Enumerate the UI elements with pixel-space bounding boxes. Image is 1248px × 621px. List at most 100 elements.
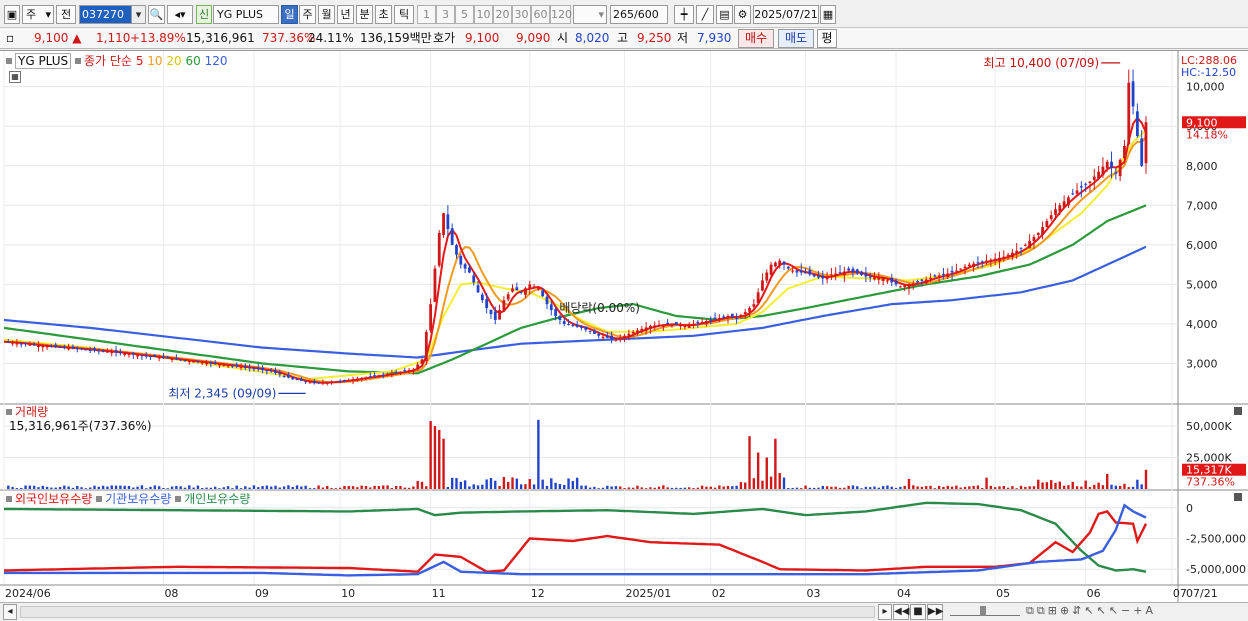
candle-body [972,263,976,267]
interval-3[interactable]: 3 [436,5,455,24]
candle-body [282,375,286,377]
period-year[interactable]: 년 [337,5,354,24]
holding-tick-label: -2,500,000 [1186,533,1246,546]
quote-label: 호가 [433,31,456,45]
first-page-icon[interactable]: ◀◀ [893,604,909,620]
stop-icon[interactable]: ■ [910,604,926,620]
gear-icon[interactable]: ⚙ [734,5,751,24]
volume-bar [1071,481,1074,489]
date-field[interactable]: 2025/07/21 [753,5,819,24]
volume-bar [239,488,243,489]
custom-interval-select[interactable]: ▾ [573,5,607,24]
code-chevron-down-icon[interactable]: ▾ [131,5,146,24]
scale-icon[interactable]: ⇵ [1072,604,1084,617]
volume-bar [1106,473,1109,489]
volume-bar [696,487,700,489]
volume-bar [688,487,691,489]
candle-body [636,330,639,334]
count-field[interactable]: 265/600 [610,5,668,24]
candle-body [592,330,596,334]
layout-grid-icon[interactable]: ⊞ [1048,604,1060,617]
candle-body [1097,171,1100,179]
volume-bar [1084,480,1087,489]
market-select[interactable]: 주 ▾ [22,5,54,24]
copy-icon[interactable]: ⧉ [1037,604,1048,617]
avg-button[interactable]: 평 [817,29,837,48]
candle-body [1131,81,1135,107]
zoom-slider-thumb[interactable] [980,606,986,616]
volume-bar [1093,484,1096,489]
candle-body [976,262,980,264]
candle-body [213,362,217,364]
interval-1[interactable]: 1 [417,5,436,24]
save-icon[interactable]: ▤ [716,5,733,24]
period-month[interactable]: 월 [318,5,335,24]
volume-bar [1144,469,1148,489]
candle-body [287,374,290,378]
zoom-out-icon[interactable]: − [1121,604,1133,617]
candle-body [32,344,36,346]
scroll-right-icon[interactable]: ▸ [878,604,892,620]
volume-bar [700,485,704,489]
stock-name[interactable]: YG PLUS [213,5,279,24]
volume-bar [313,488,316,489]
arrow-icon[interactable]: ↖ [1097,604,1109,617]
volume-bar [1037,479,1040,489]
candle-body [618,337,622,339]
volume-bar [942,487,945,489]
period-week[interactable]: 주 [299,5,316,24]
period-day[interactable]: 일 [281,5,298,24]
volume-bar [860,488,863,489]
volume-bar [1101,485,1105,489]
interval-5[interactable]: 5 [455,5,474,24]
last-page-icon[interactable]: ▶▶ [927,604,943,620]
candle-body [898,286,902,288]
speaker-icon[interactable]: ◂▾ [167,5,193,24]
volume-bar [88,487,92,489]
legend-stock-name[interactable]: YG PLUS [15,53,72,69]
interval-120[interactable]: 120 [550,5,572,24]
layout-icon[interactable]: ▣ [4,5,20,24]
quote-checkbox[interactable]: ▫ [6,31,14,46]
text-icon[interactable]: A [1145,604,1156,617]
interval-30[interactable]: 30 [512,5,531,24]
candle-body [959,268,963,270]
candle-body [433,268,437,302]
chart-area[interactable]: 10,0009,0008,0007,0006,0005,0004,0003,00… [0,50,1248,603]
stock-chart[interactable]: 10,0009,0008,0007,0006,0005,0004,0003,00… [0,51,1248,603]
horizontal-scrollbar[interactable] [20,606,875,618]
buy-button[interactable]: 매수 [738,29,774,48]
volume-bar [269,486,273,489]
prefix-toggle[interactable]: 전 [56,5,76,24]
candle-body [1123,145,1126,159]
zoom-slider[interactable] [950,606,1020,616]
interval-20[interactable]: 20 [493,5,512,24]
sell-button[interactable]: 매도 [778,29,814,48]
interval-10[interactable]: 10 [474,5,493,24]
volume-bar [257,487,260,489]
candle-body [131,353,135,355]
volume-bar [446,486,450,489]
period-tick[interactable]: 틱 [394,5,414,24]
search-icon[interactable]: 🔍 [148,5,165,24]
volume-bar [127,485,131,489]
candle-icon[interactable]: ┿ [674,5,694,24]
arrow-icon[interactable]: ↖ [1084,604,1096,617]
zoom-in-icon[interactable]: + [1133,604,1145,617]
volume-bar [15,488,19,489]
period-second[interactable]: 초 [375,5,392,24]
grid-table-icon[interactable]: ▦ [9,71,21,83]
crosshair-icon[interactable]: ⊕ [1060,604,1072,617]
volume-bar [45,486,49,489]
volume-bar [800,488,803,489]
arrow-icon[interactable]: ↖ [1109,604,1121,617]
compare-icon[interactable]: ⧉ [1026,604,1037,617]
calendar-icon[interactable]: ▦ [820,5,836,24]
volume-bar [653,487,656,489]
draw-line-icon[interactable]: ╱ [696,5,714,24]
scroll-left-icon[interactable]: ◂ [3,604,17,620]
volume-bar [1024,486,1027,489]
candle-body [842,271,846,276]
interval-60[interactable]: 60 [531,5,550,24]
period-minute[interactable]: 분 [356,5,373,24]
